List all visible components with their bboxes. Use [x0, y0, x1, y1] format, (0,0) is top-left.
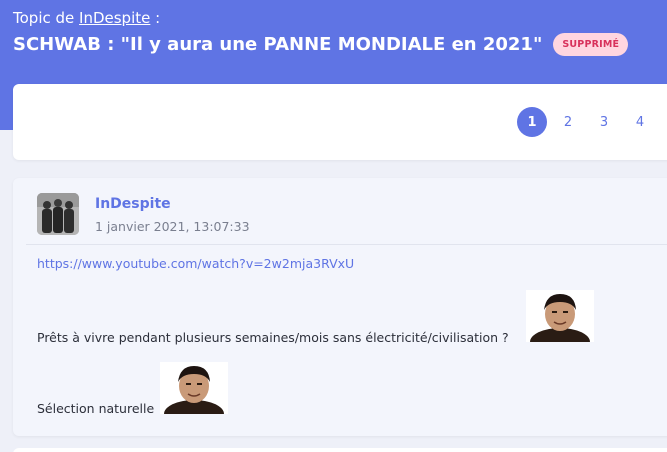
topic-prefix: Topic de: [13, 9, 75, 27]
post-card: InDespite 1 janvier 2021, 13:07:33 https…: [13, 178, 667, 436]
post-author[interactable]: InDespite: [95, 196, 171, 212]
avatar-image: [37, 193, 79, 235]
sticker-image-1: [526, 290, 594, 342]
topic-line: Topic de InDespite :: [13, 9, 160, 27]
next-post-card: [13, 448, 667, 452]
page-title: SCHWAB : "Il y aura une PANNE MONDIALE e…: [13, 34, 543, 55]
sticker-image-2: [160, 362, 228, 414]
page-4-button[interactable]: 4: [625, 107, 655, 137]
youtube-link[interactable]: https://www.youtube.com/watch?v=2w2mja3R…: [37, 256, 354, 271]
post-date: 1 janvier 2021, 13:07:33: [95, 219, 250, 234]
pagination-card: 1 2 3 4: [13, 84, 667, 160]
topic-author-link[interactable]: InDespite: [79, 9, 150, 27]
page-1-button[interactable]: 1: [517, 107, 547, 137]
post-divider: [26, 244, 667, 245]
topic-suffix: :: [155, 9, 161, 27]
title-row: SCHWAB : "Il y aura une PANNE MONDIALE e…: [13, 33, 629, 56]
post-text-line-2: Sélection naturelle: [37, 401, 155, 416]
status-badge: SUPPRIMÉ: [553, 33, 629, 56]
post-text-line-1: Prêts à vivre pendant plusieurs semaines…: [37, 330, 509, 345]
page-3-button[interactable]: 3: [589, 107, 619, 137]
page-2-button[interactable]: 2: [553, 107, 583, 137]
pagination: 1 2 3 4: [511, 107, 655, 137]
avatar[interactable]: [37, 193, 79, 235]
